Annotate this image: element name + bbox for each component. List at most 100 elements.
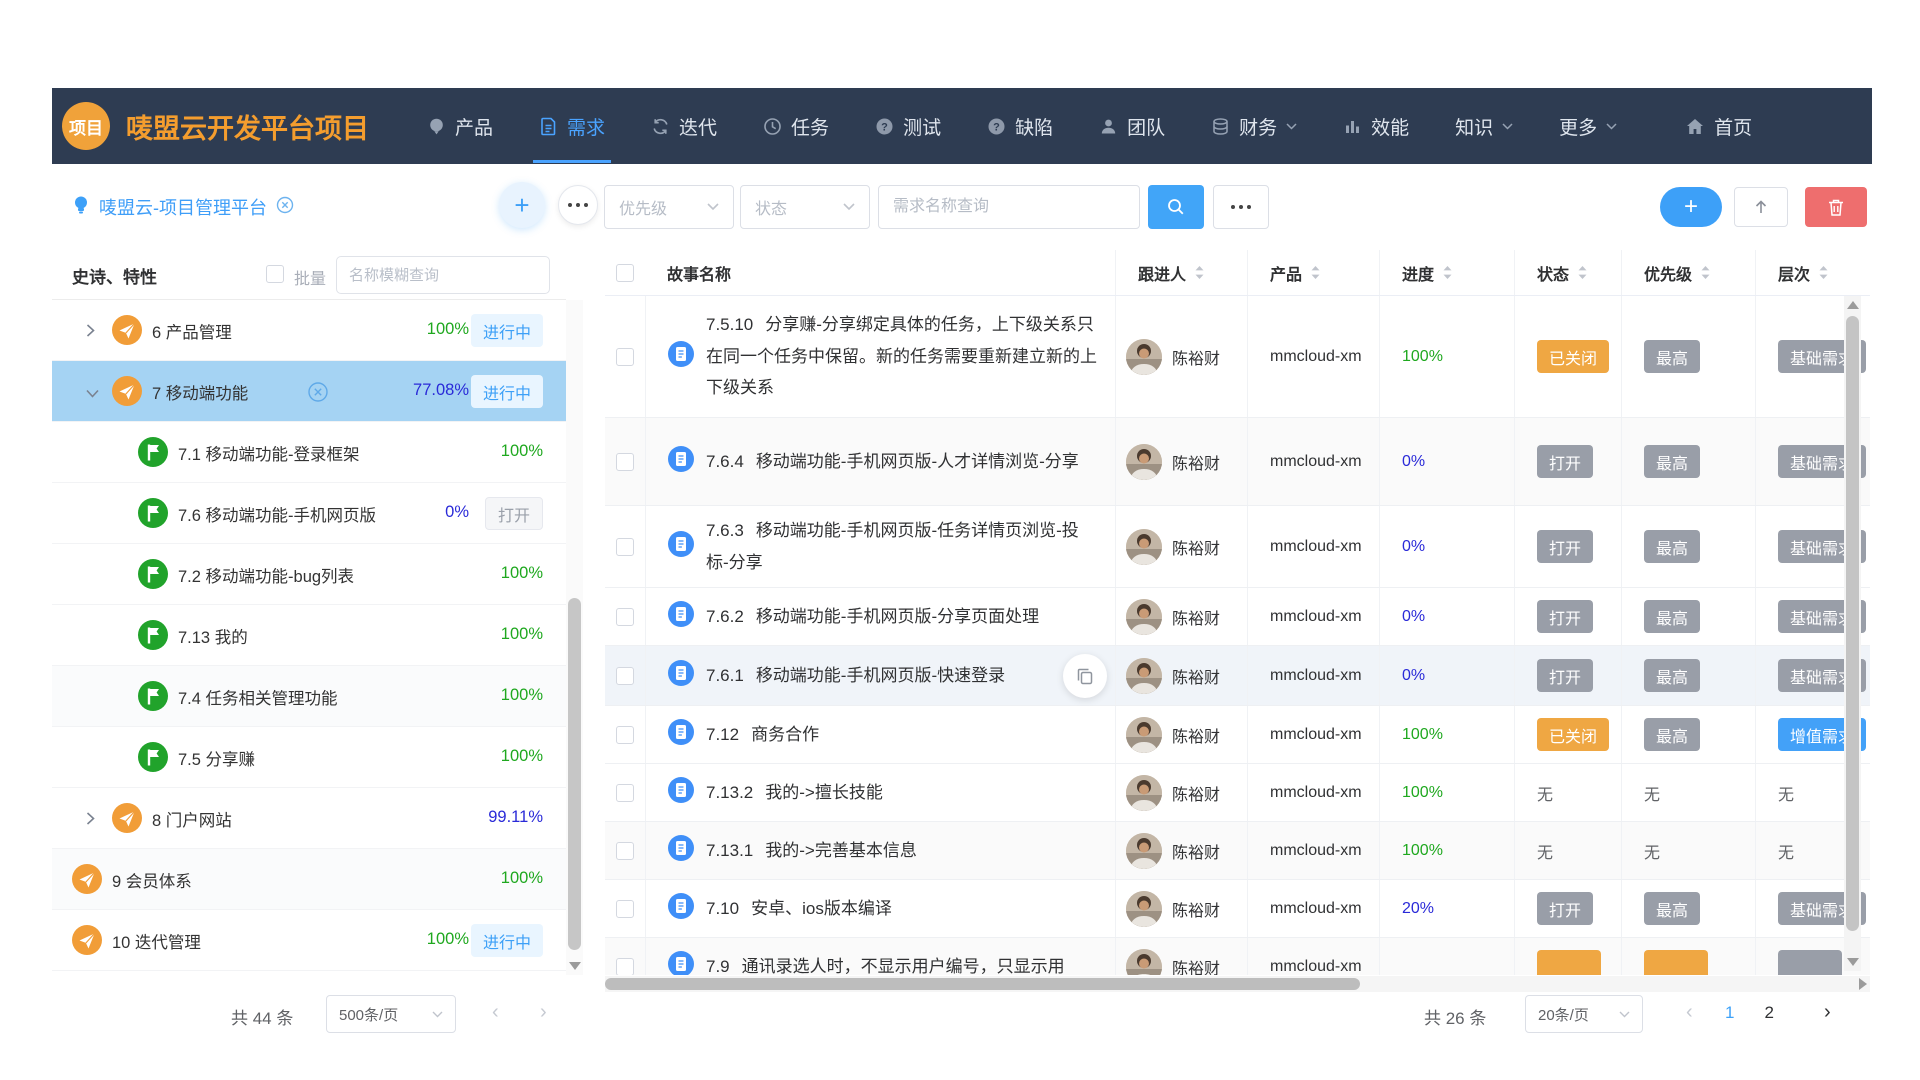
sort-icon[interactable]	[1310, 265, 1321, 280]
nav-item-财务[interactable]: 财务	[1211, 113, 1297, 140]
select-all-checkbox[interactable]	[616, 264, 634, 282]
story-title[interactable]: 7.9通讯录选人时，不显示用户编号，只显示用	[706, 951, 1065, 975]
status-filter-select[interactable]: 状态	[740, 185, 870, 229]
priority-filter-select[interactable]: 优先级	[604, 185, 734, 229]
scroll-down-icon[interactable]	[1847, 958, 1859, 966]
scroll-up-icon[interactable]	[1847, 301, 1859, 309]
table-row[interactable]: 7.6.1移动端功能-手机网页版-快速登录陈裕财mmcloud-xm0%打开最高…	[605, 646, 1870, 706]
table-row[interactable]: 7.6.4移动端功能-手机网页版-人才详情浏览-分享陈裕财mmcloud-xm0…	[605, 418, 1870, 506]
story-title[interactable]: 7.6.3移动端功能-手机网页版-任务详情页浏览-投标-分享	[706, 515, 1099, 578]
column-header-1[interactable]: 故事名称	[645, 250, 1115, 295]
nav-item-效能[interactable]: 效能	[1343, 113, 1409, 140]
epic-tree-item[interactable]: 9 会员体系100%	[52, 849, 566, 910]
scroll-down-icon[interactable]	[569, 962, 581, 970]
chevron-right-icon[interactable]	[86, 812, 98, 824]
table-row[interactable]: 7.10安卓、ios版本编译陈裕财mmcloud-xm20%打开最高基础需求	[605, 880, 1870, 938]
add-epic-button[interactable]: +	[499, 182, 545, 228]
nav-item-测试[interactable]: ?测试	[875, 113, 941, 140]
table-prev-page-button[interactable]: ‹	[1686, 1001, 1693, 1024]
column-header-5[interactable]: 状态	[1514, 250, 1621, 295]
nav-item-产品[interactable]: 产品	[427, 113, 493, 140]
sidebar-next-page-button[interactable]: ›	[540, 1001, 547, 1024]
nav-item-缺陷[interactable]: ?缺陷	[987, 113, 1053, 140]
epic-tree-item[interactable]: 10 迭代管理100%进行中	[52, 910, 566, 971]
chevron-right-icon[interactable]	[86, 324, 98, 336]
story-title[interactable]: 7.6.1移动端功能-手机网页版-快速登录	[706, 660, 1005, 691]
nav-item-首页[interactable]: 首页	[1685, 113, 1752, 140]
row-checkbox[interactable]	[616, 453, 634, 471]
chevron-down-icon[interactable]	[86, 385, 98, 397]
table-vertical-scrollbar[interactable]	[1844, 296, 1861, 971]
page-number-2[interactable]: 2	[1764, 1003, 1773, 1022]
nav-item-迭代[interactable]: 迭代	[651, 113, 717, 140]
table-vscroll-thumb[interactable]	[1846, 316, 1859, 931]
search-more-button[interactable]	[1213, 185, 1269, 229]
epic-tree-item[interactable]: 7.1 移动端功能-登录框架100%	[52, 422, 566, 483]
story-title[interactable]: 7.5.10分享赚-分享绑定具体的任务，上下级关系只在同一个任务中保留。新的任务…	[706, 309, 1099, 403]
table-row[interactable]: 7.6.2移动端功能-手机网页版-分享页面处理陈裕财mmcloud-xm0%打开…	[605, 588, 1870, 646]
column-header-6[interactable]: 优先级	[1621, 250, 1755, 295]
row-checkbox[interactable]	[616, 726, 634, 744]
sidebar-page-size-select[interactable]: 500条/页	[326, 995, 456, 1033]
nav-item-更多[interactable]: 更多	[1559, 113, 1617, 140]
add-story-button[interactable]: +	[1660, 187, 1722, 227]
epic-more-button[interactable]	[558, 185, 598, 225]
row-checkbox[interactable]	[616, 538, 634, 556]
table-row[interactable]: 7.13.1我的->完善基本信息陈裕财mmcloud-xm100%无无无	[605, 822, 1870, 880]
nav-item-需求[interactable]: 需求	[539, 113, 605, 140]
project-chip[interactable]: 唛盟云-项目管理平台	[72, 194, 294, 220]
copy-button[interactable]	[1063, 654, 1107, 698]
column-header-7[interactable]: 层次	[1755, 250, 1870, 295]
table-hscroll-thumb[interactable]	[605, 978, 1360, 990]
sidebar-scrollbar-thumb[interactable]	[568, 598, 581, 950]
export-button[interactable]	[1734, 187, 1788, 227]
nav-item-任务[interactable]: 任务	[763, 113, 829, 140]
row-checkbox[interactable]	[616, 958, 634, 976]
row-checkbox[interactable]	[616, 608, 634, 626]
sort-icon[interactable]	[1194, 265, 1205, 280]
epic-tree-item[interactable]: 7.13 我的100%	[52, 605, 566, 666]
column-header-2[interactable]: 跟进人	[1115, 250, 1247, 295]
story-title[interactable]: 7.13.1我的->完善基本信息	[706, 835, 917, 866]
table-row[interactable]: 7.5.10分享赚-分享绑定具体的任务，上下级关系只在同一个任务中保留。新的任务…	[605, 296, 1870, 418]
sort-icon[interactable]	[1700, 265, 1711, 280]
row-checkbox[interactable]	[616, 784, 634, 802]
epic-tree-item[interactable]: 7 移动端功能77.08%进行中	[52, 361, 566, 422]
project-close-icon[interactable]	[276, 196, 294, 219]
epic-tree-item[interactable]: 6 产品管理100%进行中	[52, 300, 566, 361]
epic-tree-item[interactable]: 8 门户网站99.11%	[52, 788, 566, 849]
epic-tree-item[interactable]: 7.6 移动端功能-手机网页版0%打开	[52, 483, 566, 544]
row-checkbox[interactable]	[616, 667, 634, 685]
table-row[interactable]: 7.9通讯录选人时，不显示用户编号，只显示用陈裕财mmcloud-xm	[605, 938, 1870, 975]
table-page-size-select[interactable]: 20条/页	[1525, 995, 1643, 1033]
row-checkbox[interactable]	[616, 348, 634, 366]
sidebar-scrollbar[interactable]	[566, 300, 583, 975]
epic-search-input[interactable]	[336, 256, 550, 294]
table-row[interactable]: 7.6.3移动端功能-手机网页版-任务详情页浏览-投标-分享陈裕财mmcloud…	[605, 506, 1870, 588]
nav-item-团队[interactable]: 团队	[1099, 113, 1165, 140]
story-title[interactable]: 7.10安卓、ios版本编译	[706, 893, 892, 924]
remove-filter-icon[interactable]	[307, 381, 329, 408]
table-next-page-button[interactable]: ›	[1824, 1001, 1831, 1024]
page-number-1[interactable]: 1	[1725, 1003, 1734, 1022]
nav-item-知识[interactable]: 知识	[1455, 113, 1513, 140]
delete-button[interactable]	[1805, 187, 1867, 227]
table-horizontal-scrollbar[interactable]	[605, 976, 1870, 992]
row-checkbox[interactable]	[616, 842, 634, 860]
sort-icon[interactable]	[1442, 265, 1453, 280]
table-row[interactable]: 7.12商务合作陈裕财mmcloud-xm100%已关闭最高增值需求	[605, 706, 1870, 764]
row-checkbox[interactable]	[616, 900, 634, 918]
story-title[interactable]: 7.13.2我的->擅长技能	[706, 777, 883, 808]
story-title[interactable]: 7.12商务合作	[706, 719, 819, 750]
story-title[interactable]: 7.6.4移动端功能-手机网页版-人才详情浏览-分享	[706, 446, 1079, 477]
epic-tree-item[interactable]: 7.4 任务相关管理功能100%	[52, 666, 566, 727]
story-title[interactable]: 7.6.2移动端功能-手机网页版-分享页面处理	[706, 601, 1039, 632]
column-header-3[interactable]: 产品	[1247, 250, 1379, 295]
epic-tree-item[interactable]: 7.2 移动端功能-bug列表100%	[52, 544, 566, 605]
epic-tree-item[interactable]: 7.5 分享赚100%	[52, 727, 566, 788]
sort-icon[interactable]	[1818, 265, 1829, 280]
search-button[interactable]	[1148, 185, 1204, 229]
table-row[interactable]: 7.13.2我的->擅长技能陈裕财mmcloud-xm100%无无无	[605, 764, 1870, 822]
sort-icon[interactable]	[1577, 265, 1588, 280]
sidebar-prev-page-button[interactable]: ‹	[492, 1001, 499, 1024]
